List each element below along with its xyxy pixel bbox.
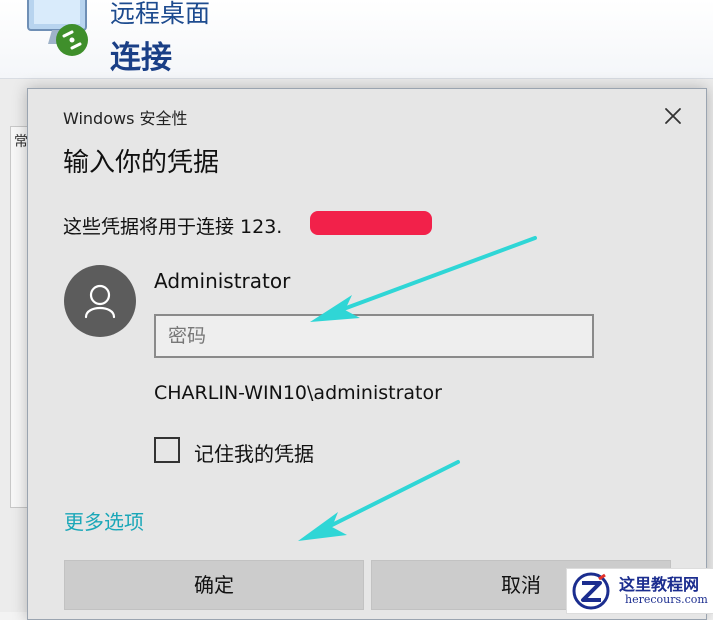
username-label: Administrator [154,269,291,293]
ok-button[interactable]: 确定 [64,560,364,610]
remember-label: 记住我的凭据 [194,442,314,466]
dialog-caption: Windows 安全性 [63,109,188,128]
rdc-tab-label[interactable]: 常 [14,131,28,151]
close-icon[interactable] [660,103,686,129]
watermark-cn: 这里教程网 [619,575,700,594]
watermark-logo-icon [572,572,610,610]
remember-checkbox[interactable] [154,437,180,463]
more-options-link[interactable]: 更多选项 [64,506,144,535]
watermark: 这里教程网 herecours.com [566,568,713,614]
password-input[interactable] [154,314,594,358]
redaction-mark [310,211,432,235]
watermark-en: herecours.com [625,593,708,606]
credentials-dialog: Windows 安全性 输入你的凭据 这些凭据将用于连接 123. Admini… [27,88,707,620]
dialog-heading: 输入你的凭据 [63,148,220,178]
app-title-line2: 连接 [110,40,172,76]
domain-user-label: CHARLIN-WIN10\administrator [154,382,442,404]
rdc-header: 远程桌面 连接 [0,0,713,79]
user-avatar [64,265,136,337]
user-avatar-icon [84,284,116,319]
connection-description: 这些凭据将用于连接 123. [63,216,283,238]
app-title-line1: 远程桌面 [110,0,211,28]
remote-desktop-icon [27,0,88,56]
